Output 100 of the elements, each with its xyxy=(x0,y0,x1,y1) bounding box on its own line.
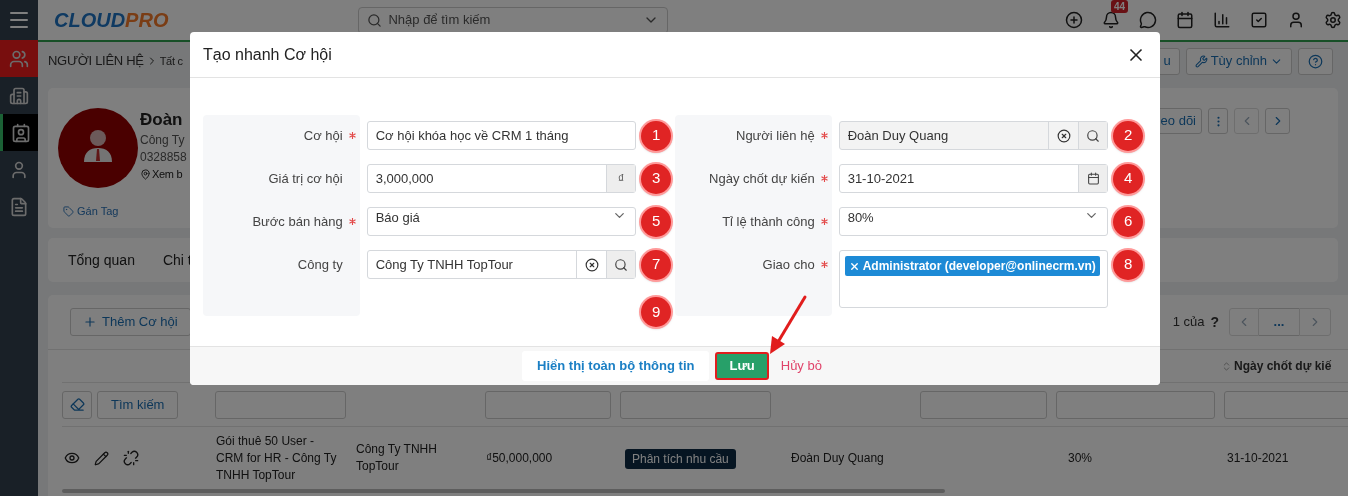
task-icon[interactable] xyxy=(1250,11,1268,29)
required-icon xyxy=(348,132,356,139)
assignee-tag[interactable]: Administrator (developer@onlinecrm.vn) xyxy=(844,256,1100,276)
sidebar-icon xyxy=(9,159,29,180)
search-filter-button[interactable]: Tìm kiếm xyxy=(97,390,179,419)
value-input[interactable]: Công Ty TNHH TopTour xyxy=(367,251,577,278)
required-icon xyxy=(820,218,828,225)
wrench-icon xyxy=(1194,54,1208,68)
sidebar-icon xyxy=(9,196,29,217)
lookup-field[interactable]: Công Ty TNHH TopTour xyxy=(366,250,637,279)
tag-icon xyxy=(63,205,74,217)
field-label: Công ty xyxy=(297,255,343,274)
number-badge: 9 xyxy=(641,297,672,327)
table-cell-text: Gói thuê 50 User - CRM for HR - Công Ty TNHH TopTour xyxy=(215,432,338,484)
filter-field[interactable] xyxy=(620,390,771,419)
chart-icon[interactable] xyxy=(1213,11,1231,29)
table-cell-text: Đoàn Duy Quang xyxy=(790,450,885,467)
number-badge: 7 xyxy=(641,249,672,280)
unlink-icon[interactable] xyxy=(123,450,139,466)
clear-icon xyxy=(584,257,599,272)
table-cell-text: 30% xyxy=(1067,450,1094,467)
lookup-field[interactable]: Đoàn Duy Quang xyxy=(838,121,1109,150)
calendar-icon xyxy=(1086,172,1100,185)
dialog-title: Tạo nhanh Cơ hội xyxy=(203,44,332,65)
settings-icon[interactable] xyxy=(1324,11,1342,29)
text-field[interactable]: Cơ hội khóa học về CRM 1 tháng xyxy=(366,121,637,150)
cancel-link[interactable]: Hủy bỏ xyxy=(774,354,828,378)
currency-field[interactable]: 3,000,000 ₫ xyxy=(366,164,637,193)
calendar-button[interactable] xyxy=(1078,165,1108,192)
filter-field[interactable] xyxy=(485,390,611,419)
map-link[interactable]: Xem b xyxy=(140,166,187,183)
eraser-icon xyxy=(69,397,85,412)
customize-button[interactable]: Tùy chỉnh xyxy=(1185,47,1292,75)
notification-icon[interactable] xyxy=(1102,11,1120,29)
chat-icon[interactable] xyxy=(1139,11,1157,29)
page-info: 1 của xyxy=(1172,313,1205,332)
field-label: Tỉ lệ thành công xyxy=(722,212,815,231)
help-text: ? xyxy=(1210,312,1219,332)
add-icon[interactable] xyxy=(1065,11,1083,29)
tag-link[interactable]: Gán Tag xyxy=(63,203,138,220)
breadcrumb-item[interactable]: Tất c xyxy=(159,52,183,70)
sidebar-icon xyxy=(10,122,31,143)
field-label: Giá trị cơ hội xyxy=(268,169,343,188)
phone-text: 0328858 xyxy=(140,149,187,166)
plus-icon xyxy=(83,315,97,329)
notification-count: 44 xyxy=(1110,0,1128,13)
required-icon xyxy=(820,261,828,268)
select-field[interactable]: Báo giá xyxy=(366,207,637,236)
currency-unit: ₫ xyxy=(606,165,636,192)
value-input[interactable]: 31-10-2021 xyxy=(839,165,1079,192)
next-button[interactable] xyxy=(1265,108,1290,134)
add-opportunity-button[interactable]: Thêm Cơ hội xyxy=(70,308,191,336)
search-icon xyxy=(1086,128,1101,143)
clear-filter-button[interactable] xyxy=(62,390,92,419)
tab[interactable]: Tổng quan xyxy=(68,249,135,271)
show-all-button[interactable]: Hiển thị toàn bộ thông tin xyxy=(522,351,710,381)
page-button[interactable]: ... xyxy=(1259,308,1299,336)
sidebar-icon xyxy=(9,48,29,69)
logo-text: CLOUD xyxy=(54,10,126,30)
contact-name: Đoàn xyxy=(140,109,184,131)
sidebar-icon xyxy=(9,85,29,106)
module-title: NGƯỜI LIÊN HỆ xyxy=(48,52,144,71)
search-input[interactable]: Nhập để tìm kiếm xyxy=(388,10,644,30)
calendar-icon[interactable] xyxy=(1176,11,1194,29)
user-icon[interactable] xyxy=(1287,11,1305,29)
edit-icon[interactable] xyxy=(94,450,109,466)
required-icon xyxy=(820,132,828,139)
search-icon xyxy=(367,12,383,28)
column-header[interactable]: Ngày chốt dự kiế xyxy=(1234,357,1332,375)
number-badge: 6 xyxy=(1113,206,1144,237)
value-input[interactable]: 3,000,000 xyxy=(367,165,607,192)
filter-field[interactable] xyxy=(1224,390,1348,419)
table-cell-text: 31-10-2021 xyxy=(1226,450,1290,467)
field-label: Ngày chốt dự kiến xyxy=(709,169,815,188)
filter-field[interactable] xyxy=(215,390,346,419)
date-field[interactable]: 31-10-2021 xyxy=(838,164,1109,193)
table-cell-text: ₫50,000,000 xyxy=(485,450,554,467)
search-bar[interactable]: Nhập để tìm kiếm xyxy=(358,6,669,34)
sidebar-item[interactable] xyxy=(0,114,38,151)
select-field[interactable]: 80% xyxy=(838,207,1109,236)
required-icon xyxy=(820,175,828,182)
value-input[interactable]: Đoàn Duy Quang xyxy=(839,122,1049,149)
number-badge: 3 xyxy=(641,163,672,194)
search-button[interactable] xyxy=(1078,122,1108,149)
save-button[interactable]: Lưu xyxy=(715,352,769,380)
help-button[interactable] xyxy=(1298,47,1333,75)
tags-field[interactable]: Administrator (developer@onlinecrm.vn) xyxy=(838,250,1109,308)
sidebar-item[interactable] xyxy=(0,40,38,77)
view-icon[interactable] xyxy=(64,450,80,466)
field-label: Người liên hệ xyxy=(736,126,815,145)
help-icon xyxy=(1308,53,1323,69)
field-label: Cơ hội xyxy=(303,126,343,145)
number-badge: 5 xyxy=(641,206,672,237)
number-badge: 2 xyxy=(1113,120,1144,151)
search-button[interactable] xyxy=(606,251,636,278)
scrollbar[interactable] xyxy=(62,489,945,493)
table-cell-text: Công Ty TNHH TopTour xyxy=(355,441,438,475)
filter-field[interactable] xyxy=(920,390,1047,419)
filter-field[interactable] xyxy=(1056,390,1215,419)
field-label: Giao cho xyxy=(762,255,815,274)
